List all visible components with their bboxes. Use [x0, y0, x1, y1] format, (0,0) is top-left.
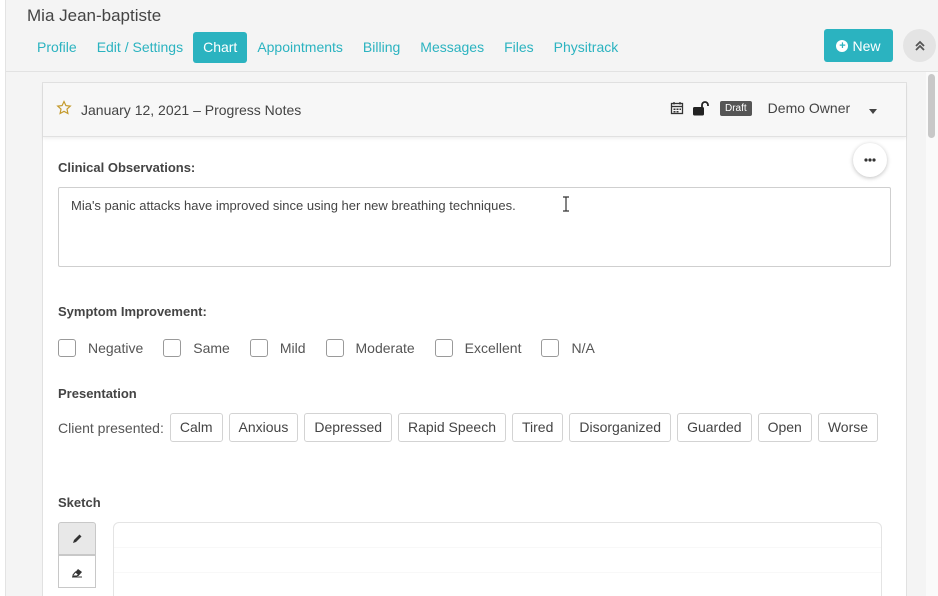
presentation-option-rapid-speech[interactable]: Rapid Speech — [398, 413, 506, 442]
more-options-button[interactable] — [853, 143, 887, 177]
chevron-down-icon[interactable] — [869, 109, 877, 114]
presentation-option-tired[interactable]: Tired — [511, 413, 564, 442]
star-icon[interactable] — [56, 100, 72, 116]
tab-physitrack[interactable]: Physitrack — [544, 32, 629, 63]
collapse-button[interactable] — [903, 29, 936, 62]
text-cursor-icon — [563, 196, 569, 212]
note-owner[interactable]: Demo Owner — [768, 100, 850, 116]
symptom-option-same[interactable]: Same — [163, 339, 230, 357]
checkbox[interactable] — [325, 339, 344, 357]
presentation-option-anxious[interactable]: Anxious — [228, 413, 299, 442]
eraser-tool-button[interactable] — [58, 555, 96, 588]
note-header-actions: Draft Demo Owner — [670, 100, 850, 116]
clinical-observations-label: Clinical Observations: — [58, 160, 196, 175]
checkbox[interactable] — [249, 339, 268, 357]
presentation-label: Presentation — [58, 386, 137, 401]
pencil-icon — [73, 534, 82, 543]
symptom-options: Negative Same Mild Moderate Excellent N/… — [58, 339, 615, 357]
clinical-observations-input[interactable]: Mia's panic attacks have improved since … — [58, 187, 891, 267]
eraser-icon — [72, 568, 82, 577]
calendar-icon[interactable] — [670, 101, 684, 115]
note-header: January 12, 2021 – Progress Notes Draft … — [43, 83, 906, 137]
tab-messages[interactable]: Messages — [410, 32, 494, 63]
tab-files[interactable]: Files — [494, 32, 544, 63]
presentation-option-disorganized[interactable]: Disorganized — [569, 413, 672, 442]
presentation-option-worse[interactable]: Worse — [817, 413, 879, 442]
symptom-option-na[interactable]: N/A — [541, 339, 595, 357]
checkbox[interactable] — [434, 339, 453, 357]
double-chevron-up-icon — [914, 40, 925, 51]
tab-edit-settings[interactable]: Edit / Settings — [87, 32, 193, 63]
patient-name: Mia Jean-baptiste — [27, 6, 162, 25]
checkbox[interactable] — [163, 339, 182, 357]
patient-header: Mia Jean-baptiste Profile Edit / Setting… — [6, 0, 938, 72]
new-button-label: New — [852, 37, 881, 54]
chart-scroll-area: January 12, 2021 – Progress Notes Draft … — [6, 72, 926, 596]
presentation-option-open[interactable]: Open — [757, 413, 812, 442]
unlock-icon[interactable] — [692, 100, 710, 116]
presentation-options: Client presented: Calm Anxious Depressed… — [58, 413, 884, 442]
tab-profile[interactable]: Profile — [27, 32, 87, 63]
symptom-improvement-label: Symptom Improvement: — [58, 304, 207, 319]
sketch-label: Sketch — [58, 495, 101, 510]
ellipsis-icon — [864, 158, 876, 162]
sketch-toolbar — [58, 522, 96, 588]
checkbox[interactable] — [58, 339, 76, 357]
symptom-option-moderate[interactable]: Moderate — [325, 339, 415, 357]
symptom-option-mild[interactable]: Mild — [249, 339, 306, 357]
symptom-option-excellent[interactable]: Excellent — [434, 339, 521, 357]
tab-appointments[interactable]: Appointments — [247, 32, 353, 63]
note-title: January 12, 2021 – Progress Notes — [81, 102, 302, 118]
checkbox[interactable] — [541, 339, 560, 357]
patient-tabs: Profile Edit / Settings Chart Appointmen… — [27, 32, 628, 63]
vertical-scrollbar[interactable] — [926, 72, 938, 596]
symptom-option-negative[interactable]: Negative — [58, 339, 143, 357]
progress-note-card: January 12, 2021 – Progress Notes Draft … — [42, 82, 907, 596]
new-button[interactable]: + New — [824, 29, 893, 62]
scrollbar-thumb[interactable] — [928, 74, 935, 138]
presentation-option-depressed[interactable]: Depressed — [304, 413, 393, 442]
presentation-option-calm[interactable]: Calm — [169, 413, 223, 442]
status-badge: Draft — [720, 100, 752, 116]
presentation-option-guarded[interactable]: Guarded — [677, 413, 752, 442]
pencil-tool-button[interactable] — [58, 522, 96, 555]
tab-billing[interactable]: Billing — [353, 32, 410, 63]
plus-circle-icon: + — [836, 39, 849, 52]
sketch-canvas[interactable] — [113, 522, 882, 596]
tab-chart[interactable]: Chart — [193, 32, 248, 63]
client-presented-label: Client presented: — [58, 419, 164, 436]
